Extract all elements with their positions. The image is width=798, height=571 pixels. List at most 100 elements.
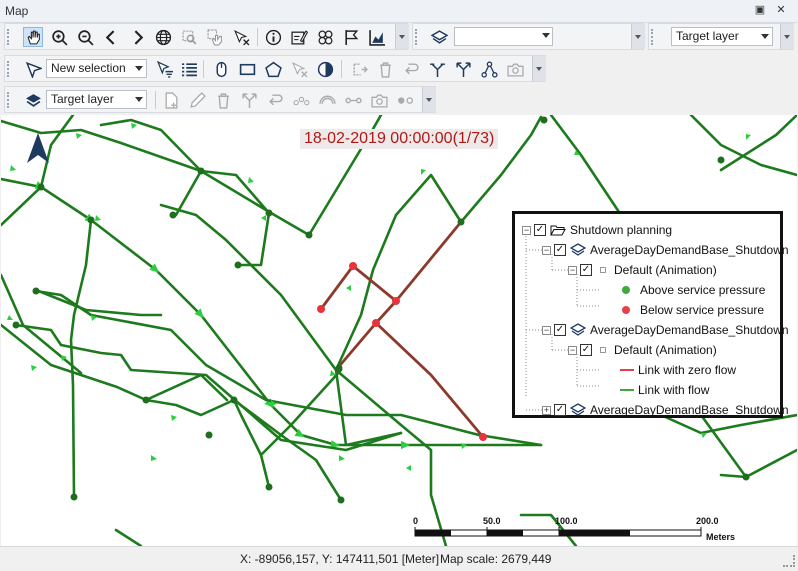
valve-icon[interactable] xyxy=(369,90,389,110)
resize-grip[interactable] xyxy=(783,555,795,567)
toolbar-overflow-button[interactable] xyxy=(422,87,436,112)
layer-checkbox[interactable]: ✓ xyxy=(554,244,566,256)
collapse-toggle[interactable]: − xyxy=(542,245,551,255)
toolbar-overflow-button[interactable] xyxy=(780,24,794,49)
toolbar-grip[interactable] xyxy=(7,61,12,77)
close-button[interactable]: ✕ xyxy=(774,3,788,17)
flag-icon[interactable] xyxy=(341,27,361,47)
filter-select-icon[interactable] xyxy=(155,59,175,79)
info-icon[interactable] xyxy=(263,27,283,47)
chart-icon[interactable] xyxy=(367,27,387,47)
split-icon[interactable] xyxy=(427,59,447,79)
pentagon-icon[interactable] xyxy=(263,59,283,79)
toolbar-grip[interactable] xyxy=(651,29,656,45)
rotate-icon[interactable] xyxy=(265,90,285,110)
flow-arrow xyxy=(261,215,266,221)
undo-icon[interactable] xyxy=(401,59,421,79)
toolbar-grip[interactable] xyxy=(7,29,12,45)
network-icon[interactable] xyxy=(479,59,499,79)
collapse-toggle[interactable]: − xyxy=(568,265,577,275)
mouse-icon[interactable] xyxy=(211,59,231,79)
pan-selection-icon[interactable] xyxy=(205,27,225,47)
north-arrow-icon xyxy=(27,133,49,163)
target-layer-combo[interactable]: Target layer xyxy=(671,27,773,46)
layer-combo-arrow[interactable] xyxy=(454,27,553,46)
scale-unit: Meters xyxy=(706,532,736,542)
flow-arrow xyxy=(10,165,16,171)
legend-layer-label: AverageDayDemandBase_Shutdown xyxy=(590,323,789,337)
flow-arrow xyxy=(131,123,137,129)
toolbar-overflow-button[interactable] xyxy=(395,24,409,49)
clear-icon[interactable] xyxy=(289,59,309,79)
node-icon[interactable] xyxy=(395,90,415,110)
vertex-icon[interactable] xyxy=(291,90,311,110)
zoom-in-icon[interactable] xyxy=(49,27,69,47)
editing-target-layer-combo[interactable]: Target layer xyxy=(46,90,147,109)
contrast-icon[interactable] xyxy=(315,59,335,79)
delete-icon[interactable] xyxy=(375,59,395,79)
select-arrow-icon[interactable] xyxy=(23,59,43,79)
scale-tick-label: 0 xyxy=(413,516,419,526)
flow-arrow xyxy=(406,465,411,471)
fork-icon[interactable] xyxy=(453,59,473,79)
editing-target-layer-value: Target layer xyxy=(51,92,114,106)
layers-icon[interactable] xyxy=(429,27,449,47)
list-icon[interactable] xyxy=(179,59,199,79)
shutdown-pipe xyxy=(374,321,485,439)
forward-icon[interactable] xyxy=(127,27,147,47)
pencil-icon[interactable] xyxy=(187,90,207,110)
toolbar-overflow-button[interactable] xyxy=(631,24,645,49)
layer-checkbox[interactable]: ✓ xyxy=(554,324,566,336)
back-icon[interactable] xyxy=(101,27,121,47)
legend-item: Below service pressure xyxy=(622,301,764,319)
zoom-out-icon[interactable] xyxy=(75,27,95,47)
junction-node xyxy=(87,216,95,224)
scale-tick-label: 50.0 xyxy=(483,516,501,526)
layers-icon[interactable] xyxy=(23,90,43,110)
junction-node xyxy=(142,396,150,404)
trash-icon[interactable] xyxy=(213,90,233,110)
copy-icon[interactable] xyxy=(349,59,369,79)
scale-tick-label: 100.0 xyxy=(555,516,578,526)
root-checkbox[interactable]: ✓ xyxy=(534,224,546,236)
collapse-toggle[interactable]: − xyxy=(568,345,577,355)
shutdown-pipe xyxy=(394,220,463,303)
legend-theme[interactable]: − ✓ Default (Animation) xyxy=(568,341,717,359)
pin-button[interactable]: ▣ xyxy=(753,3,767,17)
flow-arrow xyxy=(421,169,426,175)
toolbar-grip[interactable] xyxy=(7,92,12,108)
collapse-toggle[interactable]: − xyxy=(542,325,551,335)
pan-icon[interactable] xyxy=(23,27,43,47)
zoom-selection-icon[interactable] xyxy=(179,27,199,47)
toolbar-grip[interactable] xyxy=(415,29,420,45)
expand-toggle[interactable]: + xyxy=(542,405,551,415)
globe-icon[interactable] xyxy=(153,27,173,47)
selection-mode-combo[interactable]: New selection xyxy=(46,59,147,78)
map-canvas[interactable]: 18-02-2019 00:00:00(1/73) − ✓ Shutdown p… xyxy=(1,115,797,546)
legend-theme[interactable]: − ✓ Default (Animation) xyxy=(568,261,717,279)
legend-layer[interactable]: − ✓ AverageDayDemandBase_Shutdown xyxy=(542,241,789,259)
edit-icon[interactable] xyxy=(289,27,309,47)
layer-checkbox[interactable]: ✓ xyxy=(554,404,566,416)
theme-checkbox[interactable]: ✓ xyxy=(580,264,592,276)
new-icon[interactable] xyxy=(161,90,181,110)
scale-tick-label: 200.0 xyxy=(696,516,719,526)
clear-selection-icon[interactable] xyxy=(231,27,251,47)
cursor-coordinates: X: -89056,157, Y: 147411,501 [Meter] xyxy=(240,552,440,566)
rectangle-icon[interactable] xyxy=(237,59,257,79)
toolbar-selection: New selection xyxy=(4,55,546,82)
window-titlebar: Map ▣ ✕ xyxy=(0,0,798,23)
status-bar: X: -89056,157, Y: 147411,501 [Meter] Map… xyxy=(0,546,798,571)
legend-layer[interactable]: − ✓ AverageDayDemandBase_Shutdown xyxy=(542,321,789,339)
theme-square-icon xyxy=(600,347,606,353)
bridge-icon[interactable] xyxy=(317,90,337,110)
legend-root[interactable]: − ✓ Shutdown planning xyxy=(522,221,672,239)
toolbar-overflow-button[interactable] xyxy=(532,56,546,81)
link-icon[interactable] xyxy=(343,90,363,110)
flower-icon[interactable] xyxy=(315,27,335,47)
legend-layer[interactable]: + ✓ AverageDayDemandBase_Shutdown xyxy=(542,401,789,419)
camera-icon[interactable] xyxy=(505,59,525,79)
theme-checkbox[interactable]: ✓ xyxy=(580,344,592,356)
collapse-toggle[interactable]: − xyxy=(522,225,531,235)
branch-icon[interactable] xyxy=(239,90,259,110)
